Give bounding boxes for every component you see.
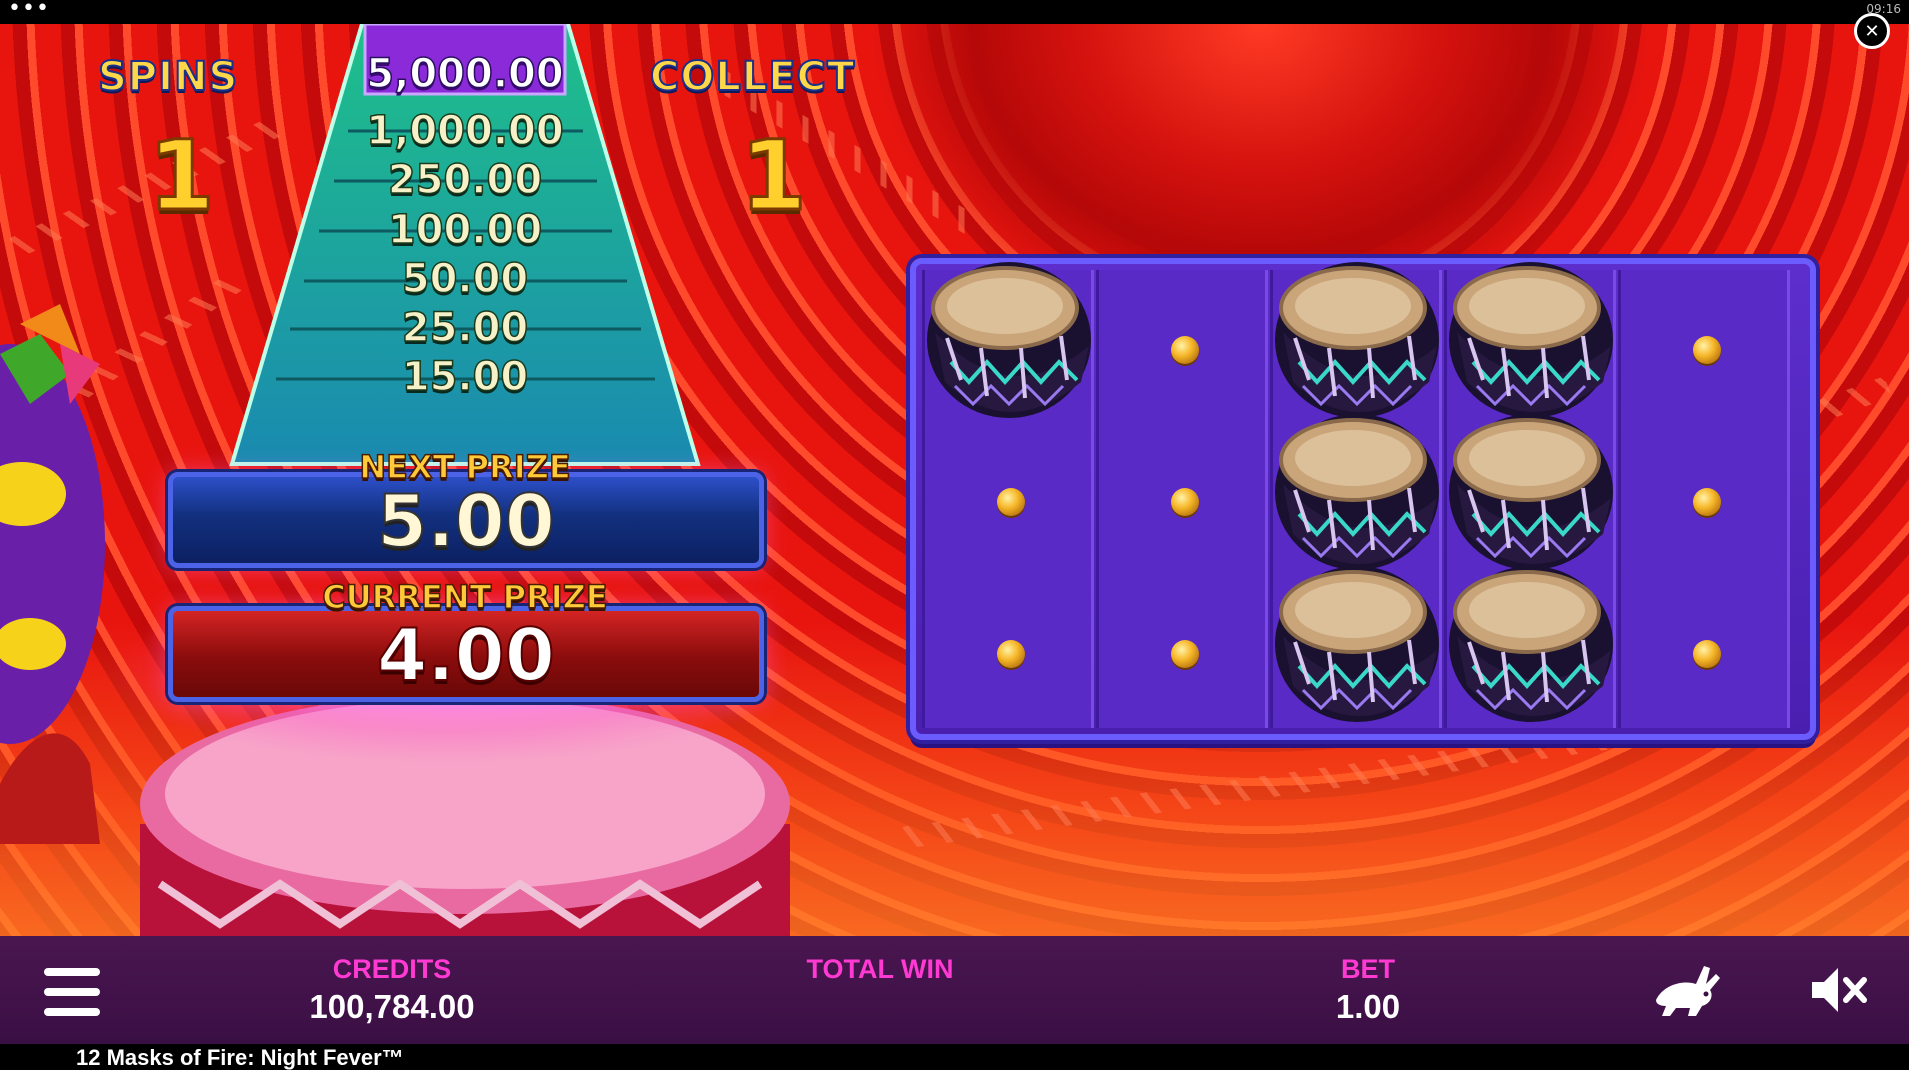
reel-cell bbox=[1273, 262, 1445, 430]
next-prize-value: 5.00 bbox=[376, 478, 556, 564]
ladder-prize-3: 250.00 bbox=[387, 156, 543, 204]
menu-button[interactable] bbox=[44, 966, 100, 1018]
footer-bar: 12 Masks of Fire: Night Fever™ bbox=[0, 1044, 1909, 1070]
reel-cell bbox=[925, 262, 1097, 430]
reel-cell bbox=[1099, 574, 1271, 734]
reel-cell bbox=[1621, 422, 1793, 582]
reel-3 bbox=[1270, 262, 1445, 728]
reel-cell bbox=[1621, 574, 1793, 734]
ladder-prize-6: 25.00 bbox=[401, 304, 529, 352]
current-prize-label: CURRENT PRIZE bbox=[322, 577, 609, 617]
drum-symbol bbox=[1443, 566, 1623, 740]
total-win-label: TOTAL WIN bbox=[806, 954, 954, 984]
close-icon: ✕ bbox=[1864, 20, 1880, 42]
drum-symbol bbox=[1269, 566, 1449, 740]
ladder-prize-2: 1,000.00 bbox=[366, 107, 565, 155]
coin-symbol bbox=[1171, 488, 1199, 516]
drum-symbol bbox=[1269, 414, 1449, 588]
speaker-muted-icon[interactable] bbox=[1810, 964, 1868, 1016]
next-prize-label: NEXT PRIZE bbox=[359, 447, 572, 487]
bottom-hud: CREDITS 100,784.00 TOTAL WIN BET 1.00 bbox=[0, 936, 1909, 1044]
bet-value[interactable]: 1.00 bbox=[1268, 988, 1468, 1026]
current-prize-value: 4.00 bbox=[376, 612, 556, 698]
drum-symbol bbox=[921, 262, 1101, 436]
drum-symbol bbox=[1443, 414, 1623, 588]
hamburger-icon-bar bbox=[44, 988, 100, 996]
reel-cell bbox=[925, 574, 1097, 734]
reel-cell bbox=[1099, 422, 1271, 582]
coin-symbol bbox=[997, 488, 1025, 516]
ladder-prize-7: 15.00 bbox=[401, 353, 529, 401]
coin-symbol bbox=[1171, 336, 1199, 364]
game-title: 12 Masks of Fire: Night Fever™ bbox=[76, 1045, 404, 1070]
reel-cell bbox=[1447, 414, 1619, 582]
status-bar: ••• 09:16 bbox=[0, 0, 1909, 24]
ladder-prize-5: 50.00 bbox=[401, 255, 529, 303]
reel-cell bbox=[1273, 414, 1445, 582]
drum-symbol bbox=[1443, 262, 1623, 436]
game-stage: SPINS 1 COLLECT 1 5,000.00 1,000.00 250.00… bbox=[0, 24, 1909, 936]
coin-symbol bbox=[1693, 488, 1721, 516]
close-button[interactable]: ✕ bbox=[1854, 13, 1890, 49]
coin-symbol bbox=[1693, 640, 1721, 668]
drum-symbol bbox=[1269, 262, 1449, 436]
current-prize-panel: 4.00 bbox=[168, 606, 764, 702]
reel-4 bbox=[1444, 262, 1619, 728]
hamburger-icon bbox=[44, 968, 100, 976]
reel-grid bbox=[910, 258, 1816, 740]
coin-symbol bbox=[997, 640, 1025, 668]
hamburger-icon-bar bbox=[44, 1008, 100, 1016]
dots-icon[interactable]: ••• bbox=[8, 0, 50, 20]
reel-cell bbox=[925, 422, 1097, 582]
coin-symbol bbox=[1693, 336, 1721, 364]
credits-value: 100,784.00 bbox=[309, 988, 475, 1025]
reel-2 bbox=[1096, 270, 1268, 728]
credits-label: CREDITS bbox=[332, 954, 452, 984]
next-prize-panel: 5.00 bbox=[168, 472, 764, 568]
rabbit-icon[interactable] bbox=[1650, 960, 1722, 1020]
ladder-prize-4: 100.00 bbox=[387, 206, 543, 254]
reel-cell bbox=[1099, 270, 1271, 430]
coin-symbol bbox=[1171, 640, 1199, 668]
reel-cell bbox=[1447, 262, 1619, 430]
ladder-prize-1: 5,000.00 bbox=[366, 50, 565, 98]
reel-cell bbox=[1447, 566, 1619, 734]
bet-label: BET bbox=[1341, 954, 1395, 984]
reel-cell bbox=[1273, 566, 1445, 734]
reel-1 bbox=[922, 262, 1097, 728]
reel-cell bbox=[1621, 270, 1793, 430]
reel-5 bbox=[1618, 270, 1790, 728]
